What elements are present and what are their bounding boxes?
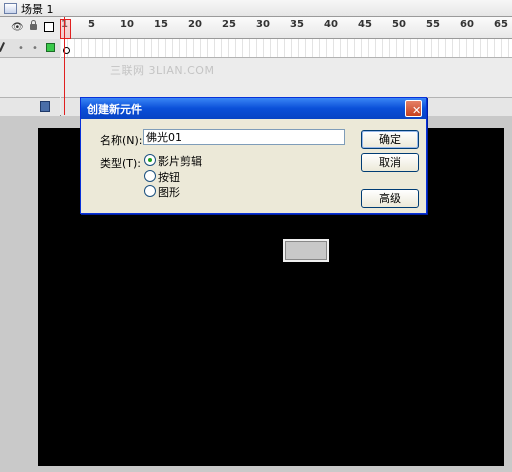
close-button[interactable]: ✕ xyxy=(405,100,422,117)
scene-bar: 场景 1 xyxy=(0,0,512,17)
ruler-number: 50 xyxy=(392,19,406,30)
advanced-button[interactable]: 高级 xyxy=(361,189,419,208)
close-icon: ✕ xyxy=(412,104,422,117)
trash-icon[interactable] xyxy=(40,101,50,112)
radio-label: 影片剪辑 xyxy=(158,155,202,168)
ruler-number: 20 xyxy=(188,19,202,30)
layer-header: 👁 xyxy=(0,17,60,38)
scene-label[interactable]: 场景 1 xyxy=(21,1,54,17)
radio-button[interactable] xyxy=(144,154,156,166)
scene-icon xyxy=(4,3,17,14)
create-symbol-dialog: 创建新元件 ✕ 名称(N): 类型(T): 影片剪辑 按钮 图形 确定 取消 高… xyxy=(80,97,427,214)
ruler-number: 35 xyxy=(290,19,304,30)
playhead[interactable] xyxy=(64,17,65,115)
cancel-button[interactable]: 取消 xyxy=(361,153,419,172)
ruler-number: 60 xyxy=(460,19,474,30)
ruler-number: 65 xyxy=(494,19,508,30)
type-option-button[interactable]: 按钮 xyxy=(144,169,244,184)
dialog-title: 创建新元件 xyxy=(87,103,142,116)
ruler-number: 45 xyxy=(358,19,372,30)
name-label: 名称(N): xyxy=(100,134,143,147)
frame-track[interactable] xyxy=(61,39,512,58)
playhead-handle[interactable] xyxy=(60,19,71,39)
name-input[interactable] xyxy=(143,129,345,145)
lock-dot[interactable]: • xyxy=(32,43,38,54)
eye-icon[interactable]: 👁 xyxy=(11,22,24,33)
ruler-number: 40 xyxy=(324,19,338,30)
ruler-number: 10 xyxy=(120,19,134,30)
ruler-number: 15 xyxy=(154,19,168,30)
layer-row[interactable]: • • xyxy=(0,39,60,58)
radio-button[interactable] xyxy=(144,185,156,197)
type-option-graphic[interactable]: 图形 xyxy=(144,184,244,199)
outline-icon[interactable] xyxy=(44,22,54,32)
gray-rectangle[interactable] xyxy=(283,239,329,262)
visibility-dot[interactable]: • xyxy=(18,43,24,54)
radio-label: 按钮 xyxy=(158,171,180,184)
ruler-number: 30 xyxy=(256,19,270,30)
ok-button[interactable]: 确定 xyxy=(361,130,419,149)
type-option-movieclip[interactable]: 影片剪辑 xyxy=(144,153,244,168)
ruler-number: 5 xyxy=(88,19,95,30)
type-label: 类型(T): xyxy=(100,157,142,170)
radio-label: 图形 xyxy=(158,186,180,199)
watermark: 三联网 3LIAN.COM xyxy=(110,64,215,77)
lock-icon[interactable] xyxy=(30,20,37,30)
ruler-number: 25 xyxy=(222,19,236,30)
dialog-title-bar[interactable]: 创建新元件 ✕ xyxy=(81,98,426,119)
layer-color-swatch[interactable] xyxy=(46,43,55,52)
ruler-number: 55 xyxy=(426,19,440,30)
pencil-icon xyxy=(0,42,6,52)
layer-toolbar xyxy=(0,97,60,116)
radio-button[interactable] xyxy=(144,170,156,182)
frame-ruler[interactable]: 1 5 10 15 20 25 30 35 40 45 50 55 60 65 xyxy=(61,17,512,39)
